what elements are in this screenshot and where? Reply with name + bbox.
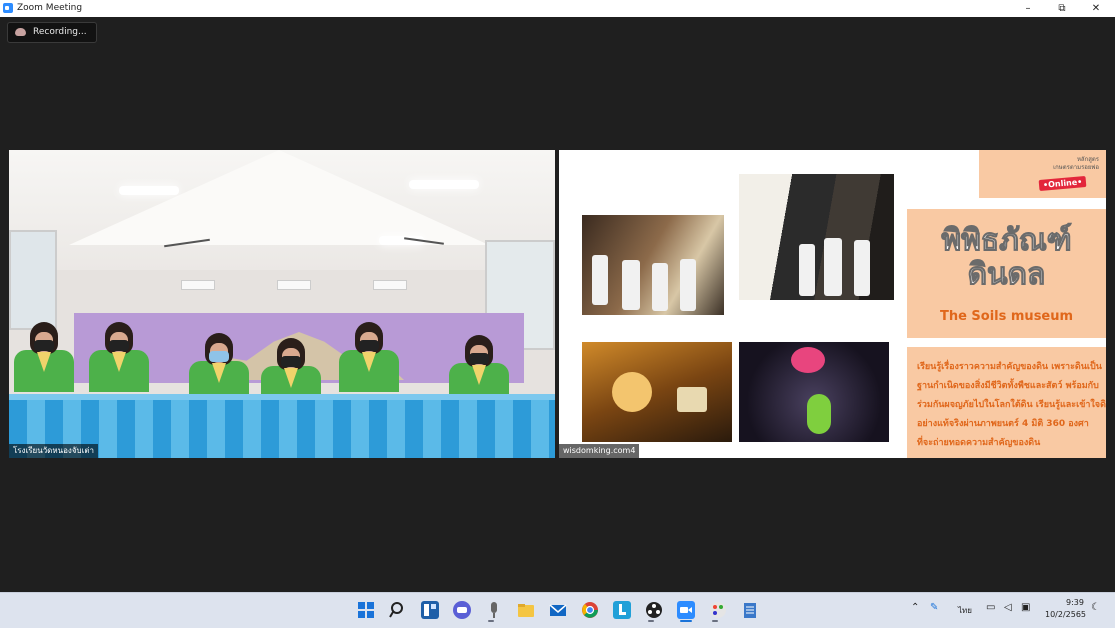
chevron-up-icon[interactable]: ⌃ <box>911 602 919 613</box>
cloud-recording-icon <box>15 28 26 36</box>
classroom-window <box>9 230 57 330</box>
notifications-icon[interactable]: ☾ <box>1091 602 1100 613</box>
ceiling-light <box>409 180 479 189</box>
museum-photo-exhibit <box>582 342 732 442</box>
air-conditioner <box>181 280 215 290</box>
obs-icon[interactable] <box>645 601 663 619</box>
museum-photo-entrance <box>739 174 894 300</box>
battery-icon[interactable]: ▣ <box>1021 602 1030 613</box>
description-line: ฐานกำเนิดของสิ่งมีชีวิตทั้งพืชและสัตว์ พ… <box>917 381 1099 391</box>
mail-icon[interactable] <box>549 601 567 619</box>
slide-title-english: The Soils museum <box>939 309 1074 324</box>
close-button[interactable]: ✕ <box>1079 0 1113 17</box>
slide-description-panel: เรียนรู้เรื่องราวความสำคัญของดิน เพราะดิ… <box>907 347 1106 458</box>
recording-indicator[interactable]: Recording... <box>7 22 97 43</box>
mic-icon[interactable] <box>485 601 503 619</box>
air-conditioner <box>277 280 311 290</box>
chrome-icon[interactable] <box>581 601 599 619</box>
slide-title-thai-line-2: ดินดล <box>967 257 1046 293</box>
museum-photo-visitors <box>582 215 724 315</box>
zoom-icon[interactable] <box>677 601 695 619</box>
line-icon[interactable] <box>613 601 631 619</box>
volume-icon[interactable]: ◁ <box>1004 602 1012 613</box>
active-indicator <box>680 620 692 622</box>
video-tile-slide[interactable]: หลักสูตร เกษตรตามรอยพ่อ •Online• พิพิธภั… <box>559 150 1106 458</box>
description-line: ที่จะถ่ายทอดความสำคัญของดิน <box>917 438 1041 448</box>
description-line: อย่างแท้จริงผ่านภาพยนตร์ 4 มิติ 360 องศา <box>917 419 1089 429</box>
museum-photo-characters <box>739 342 889 442</box>
search-icon[interactable] <box>389 601 407 619</box>
file-explorer-icon[interactable] <box>517 601 535 619</box>
running-indicator <box>648 620 654 622</box>
participant-name-tag: wisdomking.com4 <box>559 444 640 458</box>
title-bar: Zoom Meeting – ⧉ ✕ <box>0 0 1115 17</box>
participant-name-tag: โรงเรียนวัดหนองจับเต่า <box>9 444 99 458</box>
online-badge: •Online• <box>1038 175 1087 192</box>
running-indicator <box>712 620 718 622</box>
widgets-icon[interactable] <box>421 601 439 619</box>
description-line: เรียนรู้เรื่องราวความสำคัญของดิน เพราะดิ… <box>917 362 1102 372</box>
zoom-app-icon <box>3 3 13 13</box>
course-brand-text: หลักสูตร เกษตรตามรอยพ่อ <box>1053 156 1099 171</box>
network-icon[interactable]: ▭ <box>986 602 995 613</box>
ceiling-light <box>119 186 179 195</box>
minimize-button[interactable]: – <box>1011 0 1045 17</box>
language-indicator[interactable]: ไทย <box>958 604 972 617</box>
slide-title-panel: พิพิธภัณฑ์ ดินดล The Soils museum <box>907 209 1106 338</box>
clock-date[interactable]: 10/2/2565 <box>1045 610 1086 619</box>
description-line: ร่วมกันผจญภัยไปในโลกใต้ดิน เรียนรู้และเข… <box>917 400 1106 410</box>
air-conditioner <box>373 280 407 290</box>
maximize-button[interactable]: ⧉ <box>1045 0 1079 17</box>
slide-title-thai-line-1: พิพิธภัณฑ์ <box>941 223 1072 259</box>
video-tile-classroom[interactable]: โรงเรียนวัดหนองจับเต่า <box>9 150 555 458</box>
pen-tray-icon[interactable]: ✎ <box>930 602 938 613</box>
chat-icon[interactable] <box>453 601 471 619</box>
recording-label: Recording... <box>33 27 87 37</box>
window-title: Zoom Meeting <box>17 3 83 13</box>
notepad-icon[interactable] <box>741 601 759 619</box>
running-indicator <box>488 620 494 622</box>
course-brand-panel: หลักสูตร เกษตรตามรอยพ่อ •Online• <box>979 150 1106 198</box>
clock-time[interactable]: 9:39 <box>1066 598 1084 607</box>
start-icon[interactable] <box>357 601 375 619</box>
paint-icon[interactable] <box>709 601 727 619</box>
